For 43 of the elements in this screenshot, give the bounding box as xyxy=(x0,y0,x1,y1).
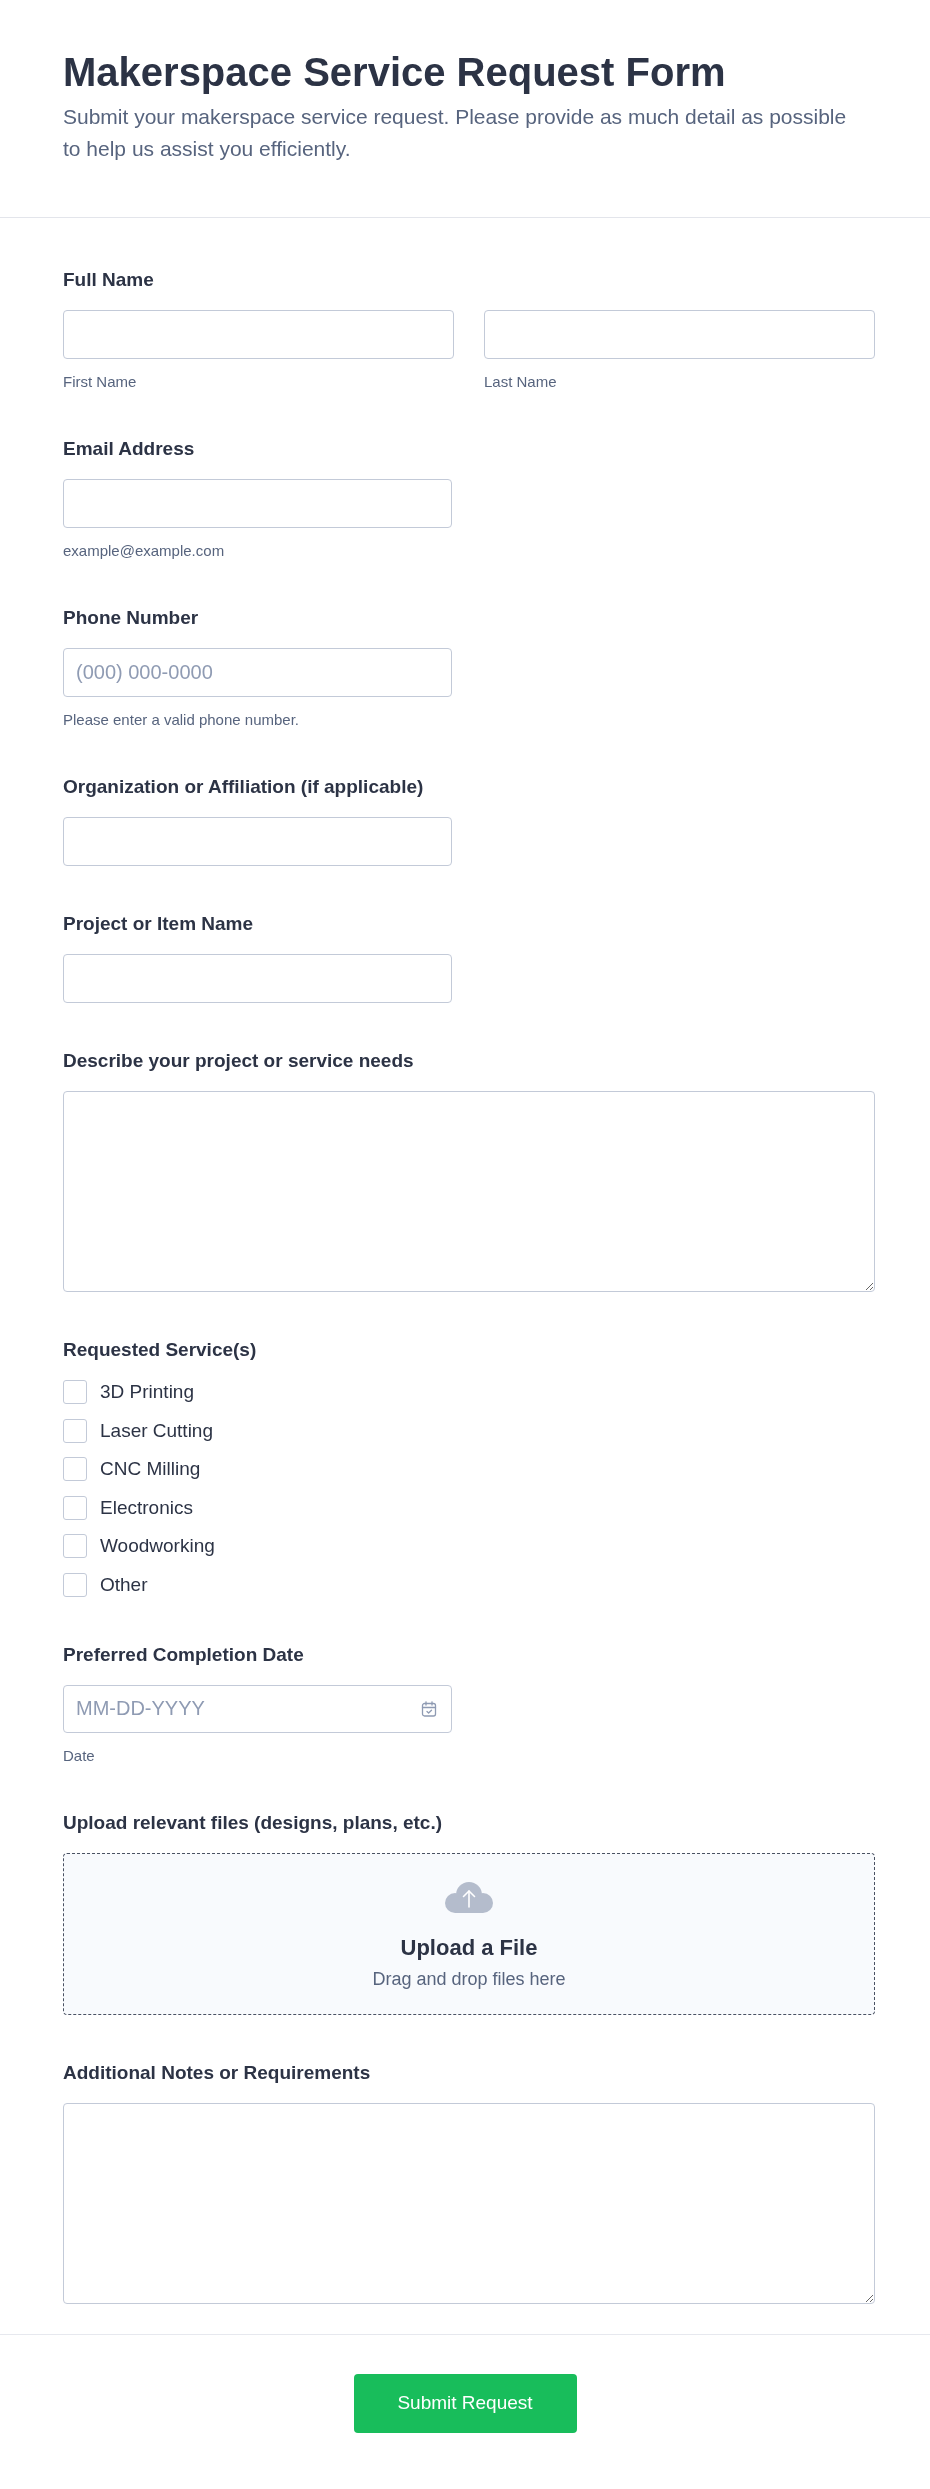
option-label[interactable]: Electronics xyxy=(100,1496,193,1519)
input-field[interactable] xyxy=(63,310,454,359)
field-label: Email Address xyxy=(63,437,196,461)
checkbox[interactable] xyxy=(63,1418,87,1443)
checkbox[interactable] xyxy=(63,1457,87,1481)
form-title: Makerspace Service Request Form xyxy=(63,49,727,96)
upload-dropzone[interactable]: Upload a File Drag and drop files here xyxy=(63,1852,875,2015)
field-label: Describe your project or service needs xyxy=(63,1049,415,1073)
text-area[interactable] xyxy=(63,2102,875,2304)
field-label: Phone Number xyxy=(63,606,200,630)
field-label: Project or Item Name xyxy=(63,912,255,936)
input-field[interactable]: (000) 000-0000 xyxy=(63,648,452,697)
input-field[interactable] xyxy=(63,479,452,528)
option-label[interactable]: CNC Milling xyxy=(100,1458,201,1480)
input-field[interactable] xyxy=(63,817,452,866)
text-area[interactable] xyxy=(63,1091,875,1292)
field-label: Organization or Affiliation (if applicable) xyxy=(63,775,425,799)
form-description: Submit your makerspace service request. Please provide as much detail as possible to help us assist you efficiently. xyxy=(63,104,848,162)
field-hint: Please enter a valid phone number. xyxy=(63,711,300,729)
option-label[interactable]: Other xyxy=(100,1573,148,1596)
field-hint: Date xyxy=(63,1746,96,1765)
checkbox[interactable] xyxy=(63,1495,87,1520)
field-label: Upload relevant files (designs, plans, etc.) xyxy=(63,1810,444,1835)
option-label[interactable]: Woodworking xyxy=(100,1535,215,1557)
field-label: Requested Service(s) xyxy=(63,1338,258,1362)
checkbox[interactable] xyxy=(63,1572,87,1597)
input-field[interactable] xyxy=(484,310,875,359)
field-label: Additional Notes or Requirements xyxy=(63,2060,372,2085)
field-label: Full Name xyxy=(63,268,155,292)
upload-title: Upload a File xyxy=(400,1933,538,1962)
checkbox[interactable] xyxy=(63,1380,87,1404)
input-sublabel: First Name xyxy=(63,373,138,391)
upload-hint: Drag and drop files here xyxy=(372,1967,566,1990)
cloud-upload-icon xyxy=(445,1881,493,1913)
input-field[interactable] xyxy=(63,954,452,1003)
field-label: Preferred Completion Date xyxy=(63,1642,305,1667)
option-label[interactable]: 3D Printing xyxy=(100,1381,194,1403)
date-input[interactable]: MM-DD-YYYY xyxy=(63,1684,452,1733)
checkbox[interactable] xyxy=(63,1534,87,1558)
calendar-icon[interactable] xyxy=(421,1700,437,1717)
field-hint: example@example.com xyxy=(63,542,226,560)
option-label[interactable]: Laser Cutting xyxy=(100,1419,213,1442)
input-sublabel: Last Name xyxy=(484,373,558,391)
